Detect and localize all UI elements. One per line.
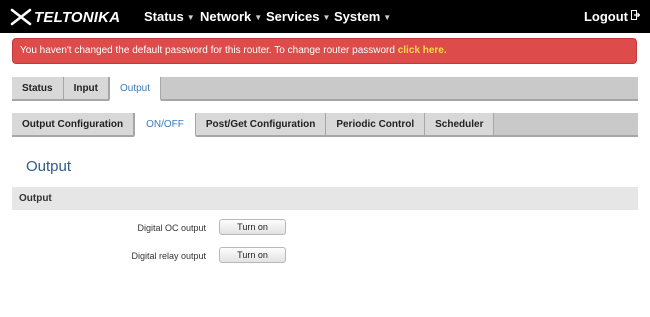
nav-services[interactable]: Services ▼ (266, 0, 330, 33)
chevron-down-icon: ▼ (383, 13, 392, 22)
nav-status[interactable]: Status ▼ (144, 0, 195, 33)
nav-network-label: Network (200, 9, 252, 24)
sub-tabs: Output Configuration ON/OFF Post/Get Con… (12, 113, 638, 137)
tab-on-off[interactable]: ON/OFF (134, 113, 196, 137)
chevron-down-icon: ▼ (322, 13, 331, 22)
top-navbar: TELTONIKA Status ▼ Network ▼ Services ▼ Sys… (0, 0, 650, 33)
tab-scheduler[interactable]: Scheduler (425, 113, 495, 135)
digital-relay-output-row: Digital relay output Turn on (12, 246, 638, 266)
change-password-link[interactable]: click here. (398, 45, 447, 56)
nav-status-label: Status (144, 9, 184, 24)
brand-name: TELTONIKA (34, 8, 121, 26)
nav-services-label: Services (266, 9, 320, 24)
page-title: Output (26, 158, 72, 175)
chevron-down-icon: ▼ (186, 13, 195, 22)
section-header: Output (12, 187, 638, 210)
tab-input[interactable]: Input (63, 77, 109, 99)
digital-relay-turn-on-button[interactable]: Turn on (219, 247, 286, 263)
tab-output-configuration[interactable]: Output Configuration (12, 113, 135, 135)
logout-button[interactable]: Logout (584, 0, 640, 33)
digital-oc-output-row: Digital OC output Turn on (12, 218, 638, 238)
digital-oc-output-label: Digital OC output (137, 223, 206, 233)
nav-network[interactable]: Network ▼ (200, 0, 262, 33)
teltonika-logo-icon (10, 8, 32, 26)
tab-status[interactable]: Status (12, 77, 64, 99)
tab-post-get-configuration[interactable]: Post/Get Configuration (195, 113, 327, 135)
chevron-down-icon: ▼ (254, 13, 263, 22)
tab-output[interactable]: Output (109, 77, 162, 101)
default-password-alert: You haven't changed the default password… (12, 38, 637, 64)
nav-system-label: System (334, 9, 381, 24)
digital-relay-output-label: Digital relay output (131, 251, 206, 261)
alert-text: You haven't changed the default password… (20, 45, 398, 56)
digital-oc-turn-on-button[interactable]: Turn on (219, 219, 286, 235)
logout-label: Logout (583, 9, 628, 24)
main-tabs: Status Input Output (12, 77, 638, 101)
nav-system[interactable]: System ▼ (334, 0, 391, 33)
teltonika-logo[interactable]: TELTONIKA (10, 7, 120, 27)
logout-icon (631, 9, 640, 20)
tab-periodic-control[interactable]: Periodic Control (326, 113, 426, 135)
